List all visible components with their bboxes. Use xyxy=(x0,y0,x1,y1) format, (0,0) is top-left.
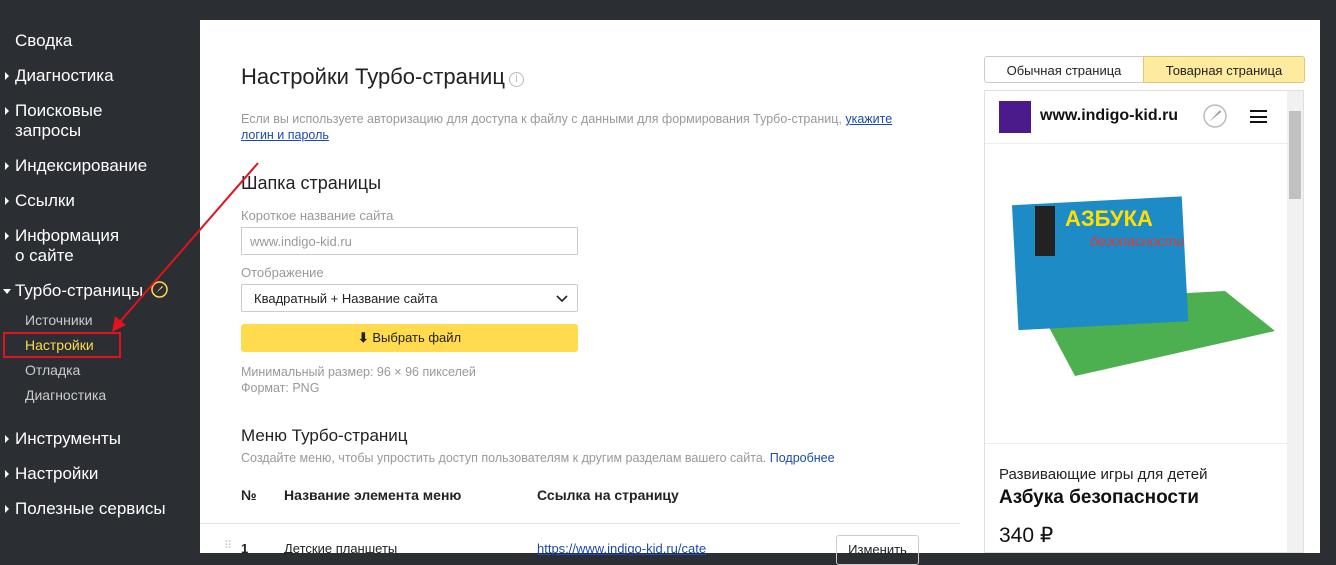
col-url: Ссылка на страницу xyxy=(537,487,679,503)
phone-preview: www.indigo-kid.ru АЗБУКА безопасности Ра… xyxy=(984,90,1304,553)
product-price: 340 ₽ xyxy=(999,524,1054,547)
nav-settings[interactable]: Настройки xyxy=(5,464,98,484)
site-logo xyxy=(999,101,1031,133)
svg-text:АЗБУКА: АЗБУКА xyxy=(1065,206,1153,231)
tab-product-page[interactable]: Товарная страница xyxy=(1143,56,1305,83)
divider xyxy=(985,443,1288,444)
subnav-debug[interactable]: Отладка xyxy=(25,362,80,378)
menu-section-title: Меню Турбо-страниц xyxy=(241,426,408,445)
nav-tools[interactable]: Инструменты xyxy=(5,429,121,449)
turbo-rocket-icon xyxy=(1203,104,1227,128)
product-image: АЗБУКА безопасности xyxy=(1011,196,1275,376)
tab-regular-page[interactable]: Обычная страница xyxy=(984,56,1144,83)
caret-right-icon xyxy=(5,505,9,513)
nav-useful-services[interactable]: Полезные сервисы xyxy=(5,499,166,519)
auth-link[interactable]: укажите xyxy=(845,112,892,126)
hamburger-menu-icon[interactable] xyxy=(1250,110,1267,123)
download-icon: ⬇ xyxy=(357,330,369,345)
product-title: Азбука безопасности xyxy=(999,487,1199,508)
col-number: № xyxy=(241,487,257,503)
caret-right-icon xyxy=(5,435,9,443)
scrollbar[interactable] xyxy=(1287,91,1303,552)
menu-hint: Создайте меню, чтобы упростить доступ по… xyxy=(241,451,835,465)
divider xyxy=(200,523,960,524)
annotation-arrow xyxy=(112,162,259,332)
chevron-down-icon xyxy=(556,295,568,303)
info-icon[interactable]: i xyxy=(508,72,524,87)
min-size-hint: Минимальный размер: 96 × 96 пикселей xyxy=(241,365,476,379)
product-category: Развивающие игры для детей xyxy=(999,466,1208,483)
drag-handle-icon[interactable]: ⠿ xyxy=(224,539,232,552)
format-hint: Формат: PNG xyxy=(241,381,320,395)
divider xyxy=(985,143,1288,144)
row-url-link[interactable]: https://www.indigo-kid.ru/cate xyxy=(537,541,706,556)
svg-text:безопасности: безопасности xyxy=(1090,233,1184,249)
subnav-diagnostics[interactable]: Диагностика xyxy=(25,387,106,403)
preview-site-name: www.indigo-kid.ru xyxy=(1040,107,1179,124)
more-link[interactable]: Подробнее xyxy=(770,451,835,465)
edit-button[interactable]: Изменить xyxy=(836,535,919,565)
auth-hint: Если вы используете авторизацию для дост… xyxy=(241,112,893,142)
col-name: Название элемента меню xyxy=(284,487,462,503)
caret-right-icon xyxy=(5,470,9,478)
